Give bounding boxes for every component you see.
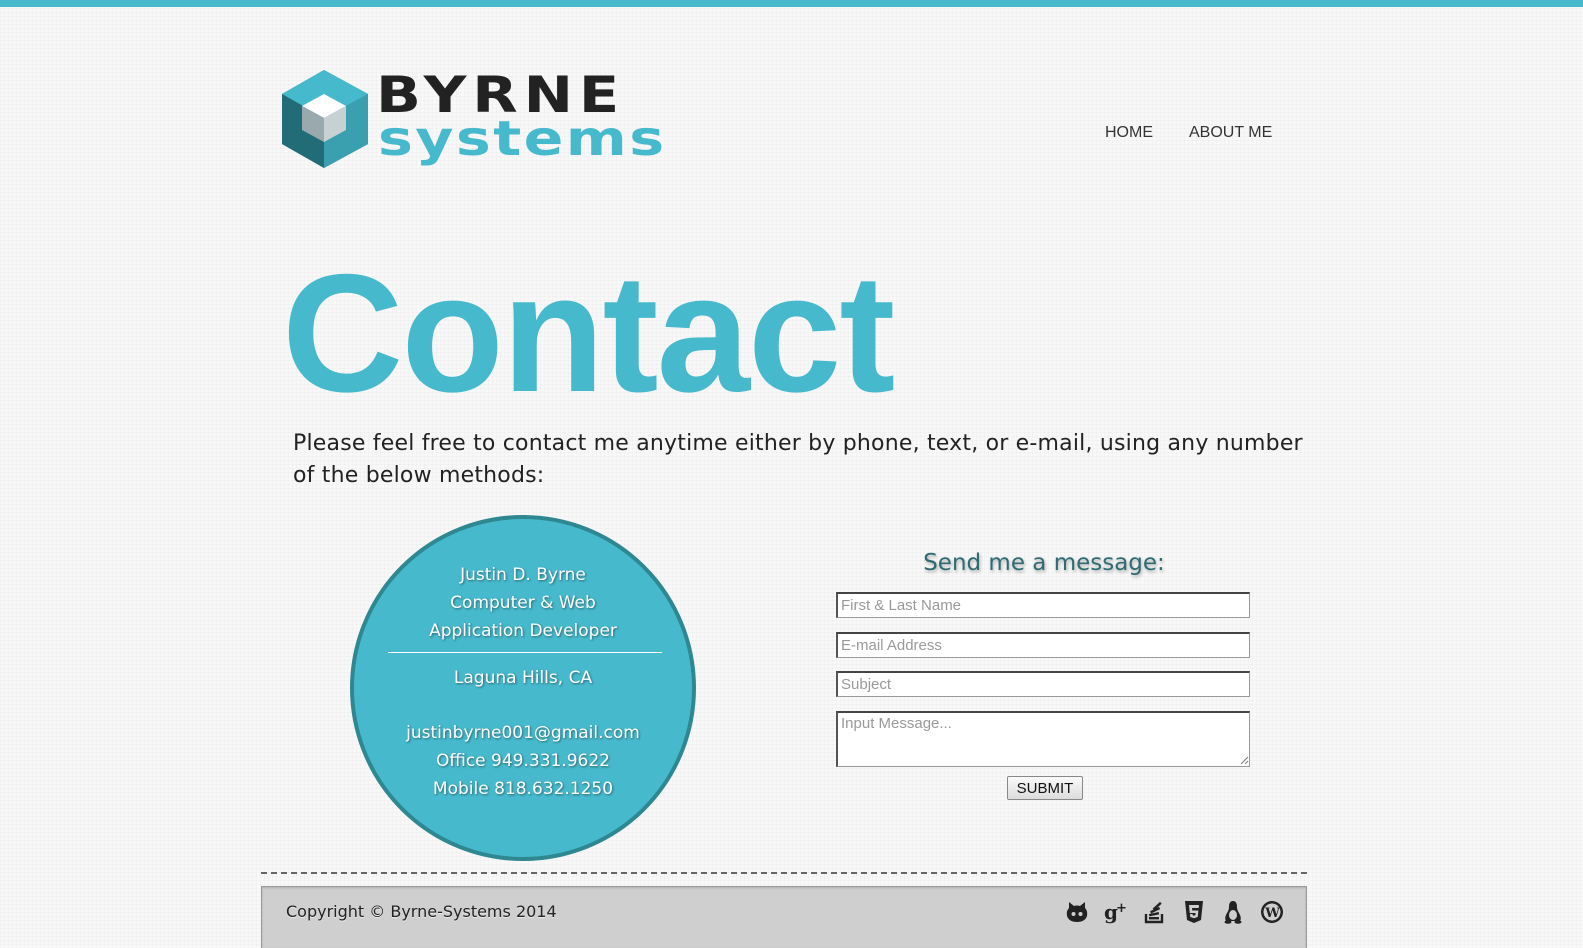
message-textarea[interactable] bbox=[836, 711, 1250, 767]
form-title: Send me a message: bbox=[923, 550, 1165, 576]
submit-button[interactable]: SUBMIT bbox=[1007, 776, 1083, 800]
nav-home[interactable]: HOME bbox=[1105, 124, 1153, 142]
subject-input[interactable] bbox=[836, 671, 1250, 697]
google-plus-icon[interactable]: g + bbox=[1103, 899, 1129, 925]
wordpress-icon[interactable]: W bbox=[1259, 899, 1285, 925]
email-input[interactable] bbox=[836, 632, 1250, 658]
resize-grip-icon[interactable] bbox=[1240, 756, 1249, 765]
nav-about-me[interactable]: ABOUT ME bbox=[1189, 124, 1272, 142]
contact-role-line2: Application Developer bbox=[429, 621, 617, 641]
copyright-text: Copyright © Byrne-Systems 2014 bbox=[286, 902, 557, 921]
social-links: g + W bbox=[1064, 899, 1285, 925]
contact-mobile-phone[interactable]: Mobile 818.632.1250 bbox=[354, 775, 692, 803]
html5-icon[interactable] bbox=[1181, 899, 1207, 925]
contact-office-phone[interactable]: Office 949.331.9622 bbox=[354, 747, 692, 775]
contact-info-circle: Justin D. Byrne Computer & Web Applicati… bbox=[350, 515, 696, 861]
svg-text:+: + bbox=[1116, 901, 1127, 916]
card-divider bbox=[388, 652, 662, 653]
cube-logo-icon bbox=[282, 70, 368, 168]
github-icon[interactable] bbox=[1064, 899, 1090, 925]
contact-role-line1: Computer & Web bbox=[450, 593, 596, 613]
contact-email[interactable]: justinbyrne001@gmail.com bbox=[354, 719, 692, 747]
footer: Copyright © Byrne-Systems 2014 g + W bbox=[261, 886, 1307, 948]
main-nav: HOME ABOUT ME bbox=[1105, 124, 1272, 142]
top-accent-bar bbox=[0, 0, 1583, 7]
logo-text-systems: SYSTEMS bbox=[378, 111, 667, 167]
name-input[interactable] bbox=[836, 592, 1250, 618]
page-title: Contact bbox=[282, 239, 895, 427]
contact-location: Laguna Hills, CA bbox=[453, 668, 593, 688]
site-logo[interactable]: BYRNE SYSTEMS bbox=[280, 68, 750, 170]
linux-icon[interactable] bbox=[1220, 899, 1246, 925]
footer-divider bbox=[261, 872, 1307, 874]
stackoverflow-icon[interactable] bbox=[1142, 899, 1168, 925]
svg-text:W: W bbox=[1264, 906, 1280, 921]
contact-name: Justin D. Byrne bbox=[460, 565, 586, 585]
intro-text: Please feel free to contact me anytime e… bbox=[293, 431, 1303, 488]
